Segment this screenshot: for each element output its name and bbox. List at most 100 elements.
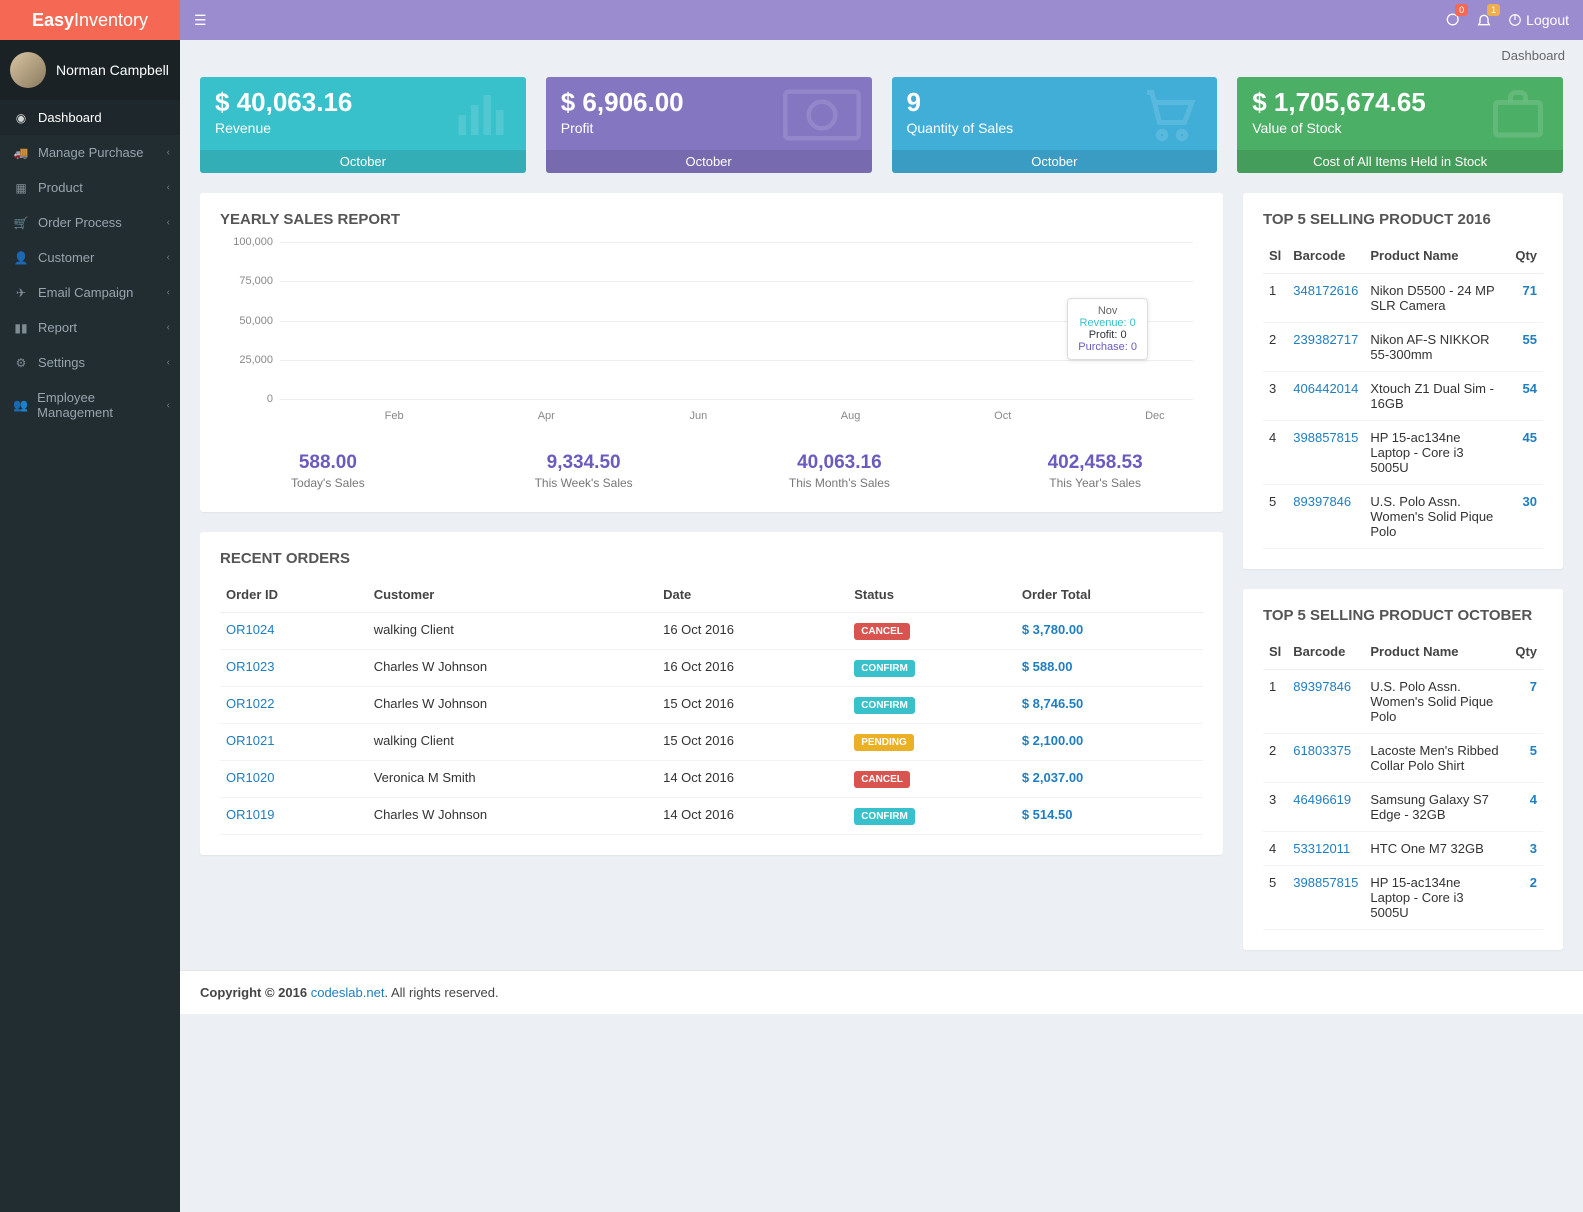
- menu-toggle-icon[interactable]: ☰: [194, 12, 207, 29]
- content: Dashboard $ 40,063.16 Revenue October $ …: [180, 0, 1583, 1014]
- th-customer: Customer: [368, 577, 657, 613]
- x-tick: [432, 410, 508, 422]
- footer-link[interactable]: codeslab.net: [311, 985, 385, 1000]
- cell-total: $ 514.50: [1016, 798, 1203, 835]
- cell-qty: 71: [1509, 274, 1543, 323]
- x-tick: Apr: [508, 410, 584, 422]
- chevron-left-icon: ‹: [167, 322, 170, 333]
- cell-order-id[interactable]: OR1021: [220, 724, 368, 761]
- cell-order-id[interactable]: OR1022: [220, 687, 368, 724]
- sidebar-item-customer[interactable]: 👤Customer‹: [0, 240, 180, 275]
- tooltip-revenue: Revenue: 0: [1078, 317, 1137, 329]
- card-foot: Cost of All Items Held in Stock: [1237, 150, 1563, 173]
- cell-status: CANCEL: [848, 761, 1016, 798]
- brand-logo[interactable]: EasyInventory: [0, 0, 180, 40]
- user-name: Norman Campbell: [56, 62, 169, 78]
- cell-order-id[interactable]: OR1023: [220, 650, 368, 687]
- sidebar-item-product[interactable]: ▦Product‹: [0, 170, 180, 205]
- cell-name: Nikon AF-S NIKKOR 55-300mm: [1364, 323, 1509, 372]
- cell-total: $ 2,037.00: [1016, 761, 1203, 798]
- cell-barcode[interactable]: 406442014: [1287, 372, 1364, 421]
- th-order-id: Order ID: [220, 577, 368, 613]
- cell-status: CONFIRM: [848, 687, 1016, 724]
- cell-name: Xtouch Z1 Dual Sim - 16GB: [1364, 372, 1509, 421]
- panel-title: RECENT ORDERS: [200, 532, 1223, 577]
- x-tick: [584, 410, 660, 422]
- recent-orders-table: Order ID Customer Date Status Order Tota…: [220, 577, 1203, 835]
- y-tick: 100,000: [225, 236, 273, 248]
- cell-barcode[interactable]: 61803375: [1287, 734, 1364, 783]
- cell-barcode[interactable]: 398857815: [1287, 421, 1364, 485]
- cell-barcode[interactable]: 398857815: [1287, 866, 1364, 930]
- cell-customer: walking Client: [368, 613, 657, 650]
- status-badge: CONFIRM: [854, 808, 915, 825]
- sidebar-item-settings[interactable]: ⚙Settings‹: [0, 345, 180, 380]
- table-row: 346496619Samsung Galaxy S7 Edge - 32GB4: [1263, 783, 1543, 832]
- cell-name: HP 15-ac134ne Laptop - Core i3 5005U: [1364, 866, 1509, 930]
- sidebar-item-order-process[interactable]: 🛒Order Process‹: [0, 205, 180, 240]
- table-row: 5398857815HP 15-ac134ne Laptop - Core i3…: [1263, 866, 1543, 930]
- y-tick: 25,000: [225, 354, 273, 366]
- sidebar-item-report[interactable]: ▮▮Report‹: [0, 310, 180, 345]
- sales-stats: 588.00Today's Sales9,334.50This Week's S…: [200, 444, 1223, 512]
- cell-date: 15 Oct 2016: [657, 687, 848, 724]
- table-row: 189397846U.S. Polo Assn. Women's Solid P…: [1263, 670, 1543, 734]
- sidebar-item-manage-purchase[interactable]: 🚚Manage Purchase‹: [0, 135, 180, 170]
- stat: 40,063.16This Month's Sales: [712, 452, 968, 490]
- cell-order-id[interactable]: OR1024: [220, 613, 368, 650]
- chat-badge: 0: [1455, 4, 1468, 16]
- cell-status: CONFIRM: [848, 650, 1016, 687]
- sidebar-item-employee-management[interactable]: 👥Employee Management‹: [0, 380, 180, 430]
- th-barcode: Barcode: [1287, 634, 1364, 670]
- table-row: OR1023Charles W Johnson16 Oct 2016CONFIR…: [220, 650, 1203, 687]
- cart-icon: [1132, 85, 1207, 145]
- bell-icon[interactable]: 1: [1476, 12, 1492, 28]
- stat-label: Today's Sales: [200, 476, 456, 490]
- card-revenue[interactable]: $ 40,063.16 Revenue October: [200, 77, 526, 173]
- brand-light: Inventory: [74, 10, 148, 31]
- cell-barcode[interactable]: 53312011: [1287, 832, 1364, 866]
- card-profit[interactable]: $ 6,906.00 Profit October: [546, 77, 872, 173]
- tooltip-month: Nov: [1078, 305, 1137, 317]
- card-quantity[interactable]: 9 Quantity of Sales October: [892, 77, 1218, 173]
- table-row: 4398857815HP 15-ac134ne Laptop - Core i3…: [1263, 421, 1543, 485]
- cell-name: Samsung Galaxy S7 Edge - 32GB: [1364, 783, 1509, 832]
- cell-name: U.S. Polo Assn. Women's Solid Pique Polo: [1364, 670, 1509, 734]
- logout-button[interactable]: Logout: [1508, 12, 1569, 28]
- cell-barcode[interactable]: 348172616: [1287, 274, 1364, 323]
- cell-status: PENDING: [848, 724, 1016, 761]
- cell-sl: 5: [1263, 866, 1287, 930]
- th-qty: Qty: [1509, 634, 1543, 670]
- avatar[interactable]: [10, 52, 46, 88]
- cell-date: 15 Oct 2016: [657, 724, 848, 761]
- chat-icon[interactable]: 0: [1444, 12, 1460, 28]
- nav-label: Dashboard: [38, 110, 102, 125]
- cell-date: 14 Oct 2016: [657, 798, 848, 835]
- stat-value: 588.00: [200, 452, 456, 474]
- th-qty: Qty: [1509, 238, 1543, 274]
- cell-total: $ 3,780.00: [1016, 613, 1203, 650]
- cell-customer: Charles W Johnson: [368, 650, 657, 687]
- th-sl: Sl: [1263, 238, 1287, 274]
- stat: 588.00 Today's Sales: [200, 452, 456, 490]
- cell-order-id[interactable]: OR1019: [220, 798, 368, 835]
- cell-barcode[interactable]: 46496619: [1287, 783, 1364, 832]
- briefcase-icon: [1483, 85, 1553, 145]
- topbar: ☰ 0 1 Logout: [180, 0, 1583, 40]
- breadcrumb: Dashboard: [180, 40, 1583, 71]
- stat: 402,458.53This Year's Sales: [967, 452, 1223, 490]
- cell-barcode[interactable]: 89397846: [1287, 485, 1364, 549]
- cell-sl: 3: [1263, 372, 1287, 421]
- sidebar-item-email-campaign[interactable]: ✈Email Campaign‹: [0, 275, 180, 310]
- cell-barcode[interactable]: 239382717: [1287, 323, 1364, 372]
- cell-sl: 2: [1263, 323, 1287, 372]
- sidebar: EasyInventory Norman Campbell ◉Dashboard…: [0, 0, 180, 1212]
- money-icon: [782, 85, 862, 145]
- table-row: OR1022Charles W Johnson15 Oct 2016CONFIR…: [220, 687, 1203, 724]
- card-stock[interactable]: $ 1,705,674.65 Value of Stock Cost of Al…: [1237, 77, 1563, 173]
- cell-order-id[interactable]: OR1020: [220, 761, 368, 798]
- cell-barcode[interactable]: 89397846: [1287, 670, 1364, 734]
- bell-badge: 1: [1487, 4, 1500, 16]
- th-status: Status: [848, 577, 1016, 613]
- sidebar-item-dashboard[interactable]: ◉Dashboard: [0, 100, 180, 135]
